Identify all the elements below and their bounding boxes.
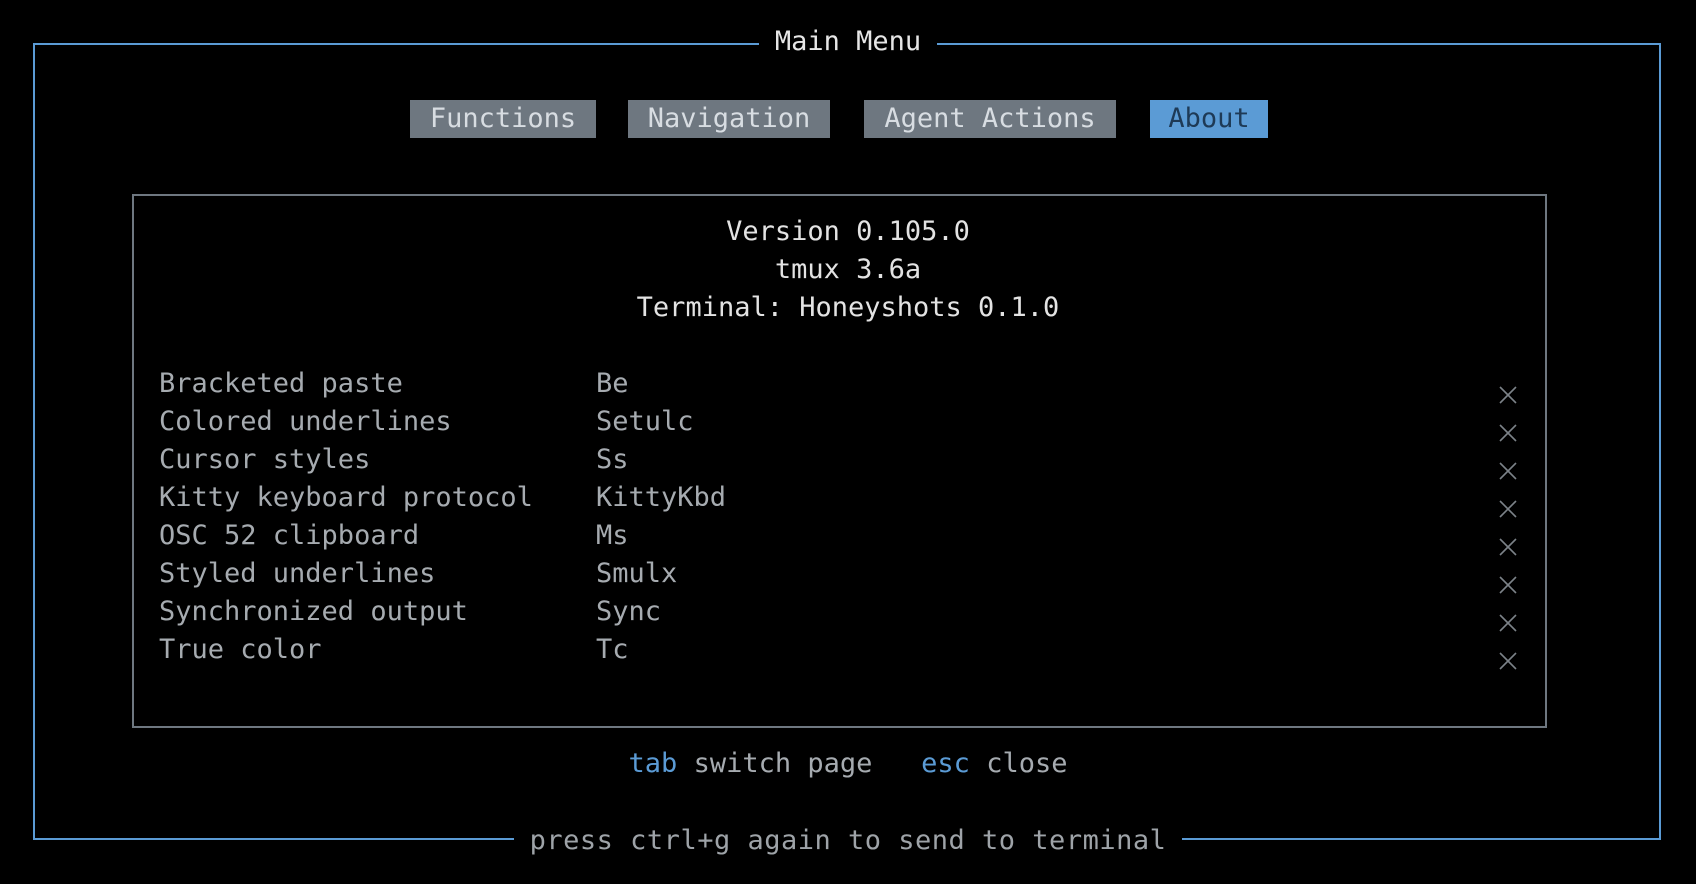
x-icon <box>1499 453 1517 480</box>
x-icon <box>1499 415 1517 442</box>
feature-row: OSC 52 clipboard Ms <box>0 517 1696 556</box>
x-icon <box>1499 491 1517 518</box>
tab-agent-actions[interactable]: Agent Actions <box>864 100 1116 138</box>
tab-about[interactable]: About <box>1150 100 1268 138</box>
tab-navigation[interactable]: Navigation <box>628 100 830 138</box>
feature-name: Bracketed paste <box>159 368 403 399</box>
feature-name: Styled underlines <box>159 558 436 589</box>
feature-row: Bracketed paste Be <box>0 365 1696 404</box>
x-icon <box>1499 605 1517 632</box>
esc-action-hint: close <box>986 748 1068 779</box>
feature-capability: Setulc <box>596 406 694 437</box>
feature-row: Cursor styles Ss <box>0 441 1696 480</box>
feature-row: Colored underlines Setulc <box>0 403 1696 442</box>
esc-key-hint: esc <box>921 748 970 779</box>
tab-key-hint: tab <box>628 748 678 779</box>
key-hints: tab switch page esc close <box>0 746 1696 782</box>
feature-capability: Be <box>596 368 629 399</box>
feature-name: True color <box>159 634 322 665</box>
feature-capability: KittyKbd <box>596 482 727 513</box>
feature-capability: Smulx <box>596 558 678 589</box>
feature-capability: Sync <box>596 596 662 627</box>
menu-title: Main Menu <box>758 26 938 57</box>
feature-name: Synchronized output <box>159 596 468 627</box>
x-icon <box>1499 529 1517 556</box>
feature-name: Cursor styles <box>159 444 371 475</box>
feature-row: Synchronized output Sync <box>0 593 1696 632</box>
version-text: Version 0.105.0 <box>726 216 970 247</box>
x-icon <box>1499 643 1517 670</box>
tab-action-hint: switch page <box>693 748 873 779</box>
feature-row: True color Tc <box>0 631 1696 670</box>
x-icon <box>1499 567 1517 594</box>
tab-functions[interactable]: Functions <box>410 100 596 138</box>
feature-row: Styled underlines Smulx <box>0 555 1696 594</box>
terminal-info-text: Terminal: Honeyshots 0.1.0 <box>636 292 1060 323</box>
feature-capability: Ms <box>596 520 629 551</box>
feature-name: Colored underlines <box>159 406 452 437</box>
feature-capability: Ss <box>596 444 629 475</box>
tmux-version-text: tmux 3.6a <box>774 254 922 285</box>
tab-bar: Functions Navigation Agent Actions About <box>0 100 1696 138</box>
feature-name: OSC 52 clipboard <box>159 520 420 551</box>
x-icon <box>1499 377 1517 404</box>
feature-name: Kitty keyboard protocol <box>159 482 533 513</box>
feature-capability: Tc <box>596 634 629 665</box>
feature-row: Kitty keyboard protocol KittyKbd <box>0 479 1696 518</box>
